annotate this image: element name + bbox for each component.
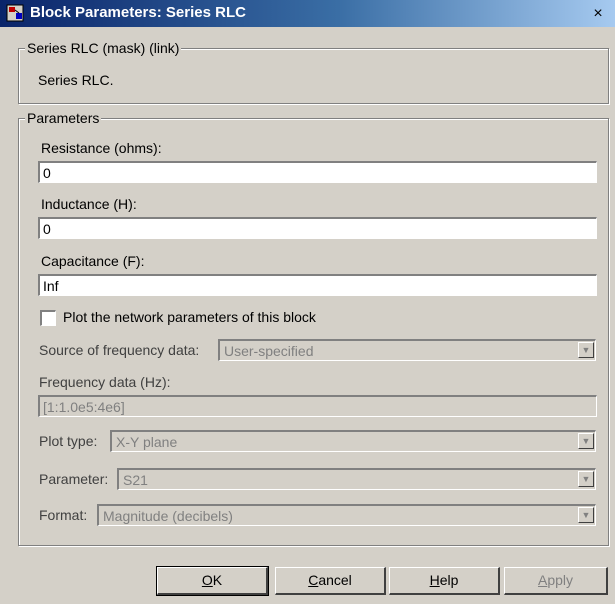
inductance-label: Inductance (H): xyxy=(41,196,137,212)
apply-button[interactable]: Apply xyxy=(504,567,608,595)
chevron-down-icon: ▼ xyxy=(578,471,594,487)
resistance-label: Resistance (ohms): xyxy=(41,140,162,156)
help-button[interactable]: Help xyxy=(389,567,500,595)
source-freq-label: Source of frequency data: xyxy=(39,342,200,358)
format-select[interactable]: Magnitude (decibels) ▼ xyxy=(97,504,596,526)
help-label-rest: elp xyxy=(439,572,459,588)
plot-network-checkbox[interactable] xyxy=(40,310,56,326)
format-label: Format: xyxy=(39,507,88,523)
freq-data-label: Frequency data (Hz): xyxy=(39,374,171,390)
freq-data-input[interactable]: [1:1.0e5:4e6] xyxy=(38,395,597,417)
cancel-button[interactable]: Cancel xyxy=(275,567,386,595)
cancel-mnemonic: C xyxy=(308,572,319,588)
help-mnemonic: H xyxy=(429,572,440,588)
title-bar[interactable]: Block Parameters: Series RLC × xyxy=(0,0,615,27)
format-value: Magnitude (decibels) xyxy=(103,508,233,524)
source-freq-value: User-specified xyxy=(224,343,314,359)
mask-description-group: Series RLC (mask) (link) Series RLC. xyxy=(18,40,609,104)
close-icon: × xyxy=(593,5,603,22)
chevron-down-icon: ▼ xyxy=(578,433,594,449)
parameters-group-legend: Parameters xyxy=(25,110,102,126)
chevron-down-icon: ▼ xyxy=(578,507,594,523)
ok-button[interactable]: OK xyxy=(156,566,269,596)
inductance-input[interactable]: 0 xyxy=(38,217,597,239)
apply-label-rest: pply xyxy=(547,572,574,588)
simulink-block-icon xyxy=(6,4,24,22)
apply-mnemonic: A xyxy=(537,572,548,588)
close-button[interactable]: × xyxy=(588,6,608,22)
chevron-down-icon: ▼ xyxy=(578,342,594,358)
ok-mnemonic: O xyxy=(201,572,213,588)
capacitance-input[interactable]: Inf xyxy=(38,274,597,296)
plot-network-label: Plot the network parameters of this bloc… xyxy=(63,309,316,325)
resistance-input[interactable]: 0 xyxy=(38,161,597,183)
parameter-select[interactable]: S21 ▼ xyxy=(117,468,596,490)
mask-group-legend: Series RLC (mask) (link) xyxy=(25,40,182,56)
plot-type-value: X-Y plane xyxy=(116,434,178,450)
plot-type-select[interactable]: X-Y plane ▼ xyxy=(110,430,596,452)
plot-type-label: Plot type: xyxy=(39,433,98,449)
cancel-label-rest: ancel xyxy=(318,572,352,588)
capacitance-label: Capacitance (F): xyxy=(41,253,145,269)
source-freq-select[interactable]: User-specified ▼ xyxy=(218,339,596,361)
parameter-value: S21 xyxy=(123,472,148,488)
mask-description: Series RLC. xyxy=(38,72,114,88)
ok-label-rest: K xyxy=(212,572,223,588)
window-title: Block Parameters: Series RLC xyxy=(30,4,246,21)
parameter-label: Parameter: xyxy=(39,471,109,487)
